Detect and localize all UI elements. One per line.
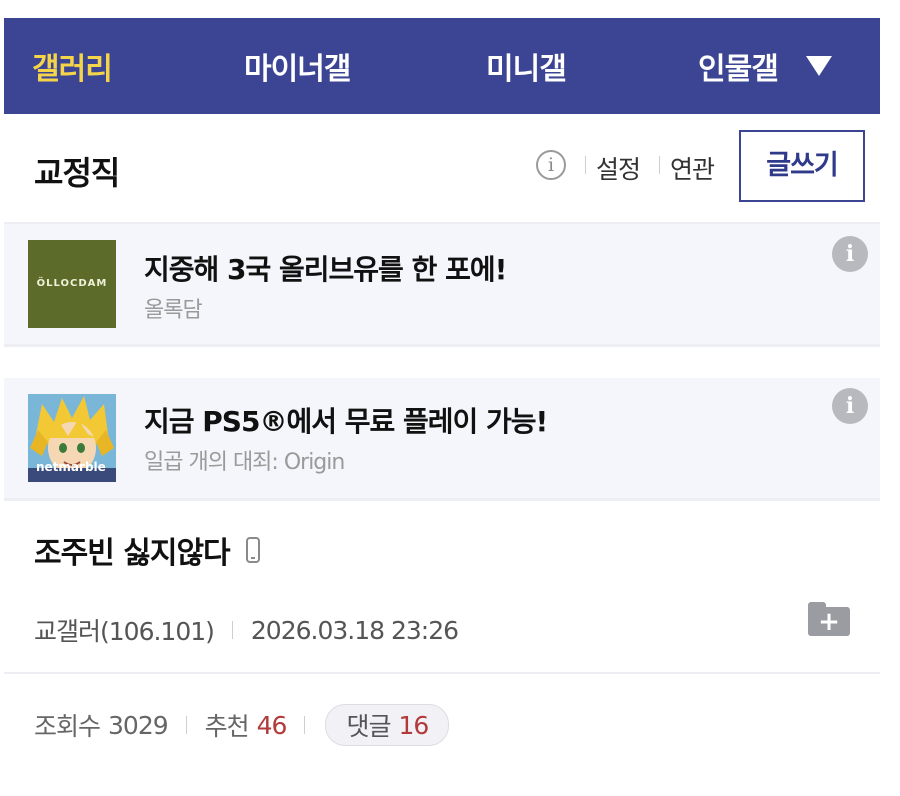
post-author[interactable]: 교갤러(106.101) — [34, 612, 215, 648]
ad-sponsor: 일곱 개의 대죄: Origin — [144, 450, 345, 475]
header-divider — [659, 156, 660, 174]
ad-title[interactable]: 지중해 3국 올리브유를 한 포에! — [144, 248, 507, 288]
header-divider — [585, 156, 586, 174]
nav-minor-gallery[interactable]: 마이너갤 — [244, 44, 486, 88]
views-label: 조회수 — [34, 712, 101, 741]
divider — [4, 672, 880, 674]
info-icon[interactable]: i — [536, 150, 566, 180]
comments-label: 댓글 — [346, 712, 391, 741]
info-icon[interactable]: i — [832, 388, 868, 424]
write-button[interactable]: 글쓰기 — [739, 130, 865, 202]
comments-count: 16 — [398, 710, 429, 740]
post-title-row: 조주빈 싫지않다 — [34, 528, 260, 572]
recommend-count: 46 — [256, 710, 288, 740]
ad-thumb-brand: netmarble — [36, 460, 106, 474]
post-stats: 조회수 3029 추천 46 댓글 16 — [34, 704, 450, 746]
ad-thumbnail: netmarble — [28, 394, 116, 482]
nav-gallery[interactable]: 갤러리 — [32, 44, 244, 88]
settings-link[interactable]: 설정 — [596, 150, 641, 186]
views-count: 3029 — [108, 710, 169, 740]
nav-mini-gallery[interactable]: 미니갤 — [486, 44, 698, 88]
mobile-phone-icon — [245, 537, 260, 563]
stats-divider — [185, 716, 187, 734]
info-icon[interactable]: i — [832, 236, 868, 272]
nav-person-gallery[interactable]: 인물갤 — [698, 44, 779, 88]
post-title: 조주빈 싫지않다 — [34, 536, 231, 571]
scrap-folder-button[interactable]: + — [808, 602, 850, 637]
post-meta: 교갤러(106.101) 2026.03.18 23:26 — [34, 612, 459, 648]
gallery-title[interactable]: 교정직 — [34, 148, 120, 194]
ad-thumbnail: ÖLLOCDAM — [28, 240, 116, 328]
nav-person-gallery-group: 인물갤 — [698, 44, 832, 88]
meta-divider — [231, 621, 233, 639]
top-nav: 갤러리 마이너갤 미니갤 인물갤 — [4, 18, 880, 114]
recommend-label: 추천 — [204, 712, 250, 741]
stats-divider — [304, 716, 306, 734]
related-link[interactable]: 연관 — [670, 150, 715, 186]
comments-button[interactable]: 댓글 16 — [325, 704, 450, 746]
gallery-header: 교정직 i 설정 연관 글쓰기 — [4, 114, 880, 224]
ad-title[interactable]: 지금 PS5®에서 무료 플레이 가능! — [144, 400, 548, 440]
plus-icon: + — [808, 607, 850, 637]
triangle-down-icon[interactable] — [805, 56, 832, 76]
post-datetime: 2026.03.18 23:26 — [250, 615, 459, 645]
ad-sponsor: 올록담 — [144, 298, 203, 323]
ad-card[interactable]: ÖLLOCDAM 지중해 3국 올리브유를 한 포에! 올록담 i — [4, 224, 880, 347]
page: 갤러리 마이너갤 미니갤 인물갤 교정직 i 설정 연관 글쓰기 ÖLLOCDA… — [4, 0, 880, 796]
ad-card[interactable]: netmarble 지금 PS5®에서 무료 플레이 가능! 일곱 개의 대죄:… — [4, 378, 880, 501]
